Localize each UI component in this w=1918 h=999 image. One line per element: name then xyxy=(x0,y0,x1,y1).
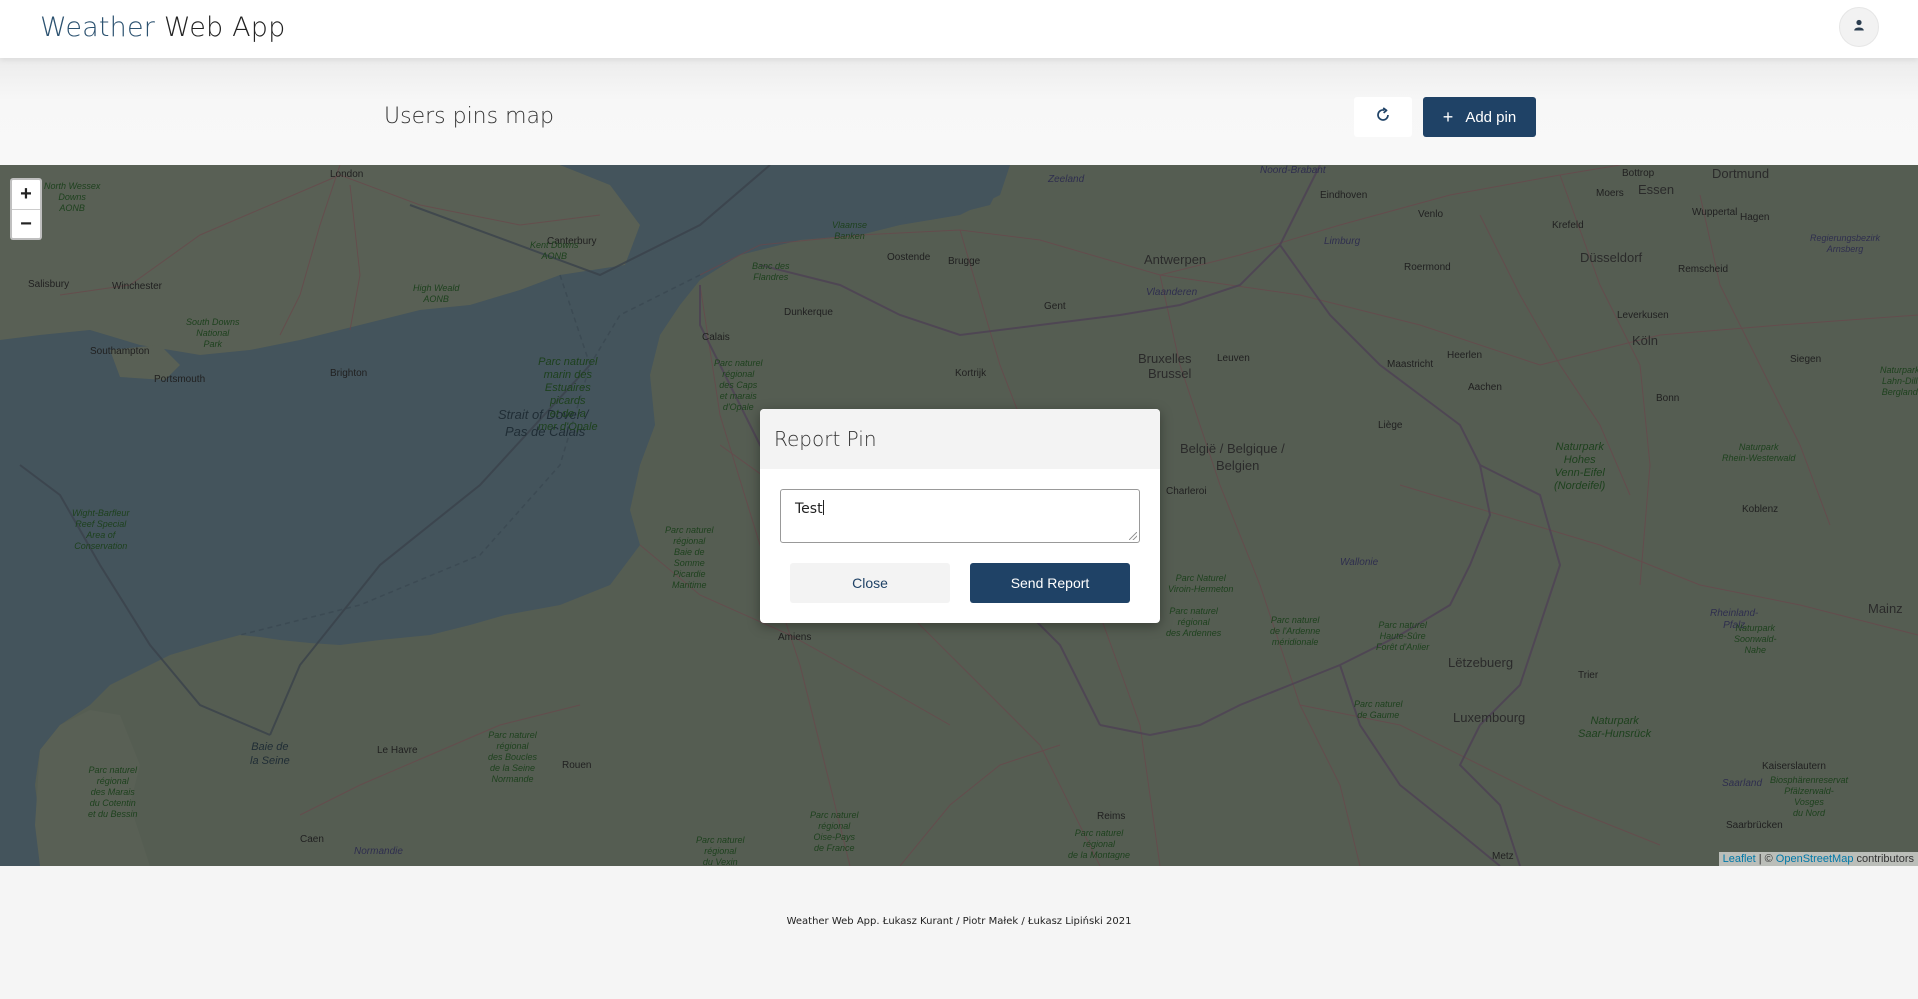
brand-weather: Weather xyxy=(40,12,156,43)
add-pin-button[interactable]: + Add pin xyxy=(1423,97,1536,137)
zoom-control: + − xyxy=(10,178,42,240)
page-header: Users pins map + Add pin xyxy=(0,58,1918,165)
add-pin-label: Add pin xyxy=(1465,108,1517,126)
modal-title: Report Pin xyxy=(760,409,1160,469)
resize-handle[interactable] xyxy=(1129,532,1137,540)
page-title: Users pins map xyxy=(384,104,554,129)
zoom-in-button[interactable]: + xyxy=(12,180,40,209)
attribution-separator: | © xyxy=(1758,853,1773,865)
user-menu-button[interactable] xyxy=(1839,7,1879,47)
report-textarea[interactable]: Test xyxy=(780,489,1140,543)
text-caret xyxy=(822,500,824,515)
leaflet-link[interactable]: Leaflet xyxy=(1723,853,1756,865)
osm-link[interactable]: OpenStreetMap xyxy=(1776,853,1854,865)
footer-text: Weather Web App. Łukasz Kurant / Piotr M… xyxy=(786,916,1132,927)
refresh-button[interactable] xyxy=(1354,97,1412,137)
report-pin-modal: Report Pin Test Close Send Report xyxy=(760,409,1160,623)
attribution-tail: contributors xyxy=(1856,853,1914,865)
footer: Weather Web App. Łukasz Kurant / Piotr M… xyxy=(0,866,1918,999)
report-textarea-value: Test xyxy=(795,501,823,517)
navbar: Weather Web App xyxy=(0,0,1918,58)
brand-web-app: Web App xyxy=(163,12,286,43)
map-attribution: Leaflet | © OpenStreetMap contributors xyxy=(1718,852,1918,866)
user-icon xyxy=(1853,18,1865,36)
send-report-button[interactable]: Send Report xyxy=(970,563,1130,603)
close-button[interactable]: Close xyxy=(790,563,950,603)
plus-icon: + xyxy=(1442,107,1454,127)
app-brand[interactable]: Weather Web App xyxy=(40,12,286,43)
refresh-icon xyxy=(1374,106,1392,129)
zoom-out-button[interactable]: − xyxy=(12,209,40,238)
